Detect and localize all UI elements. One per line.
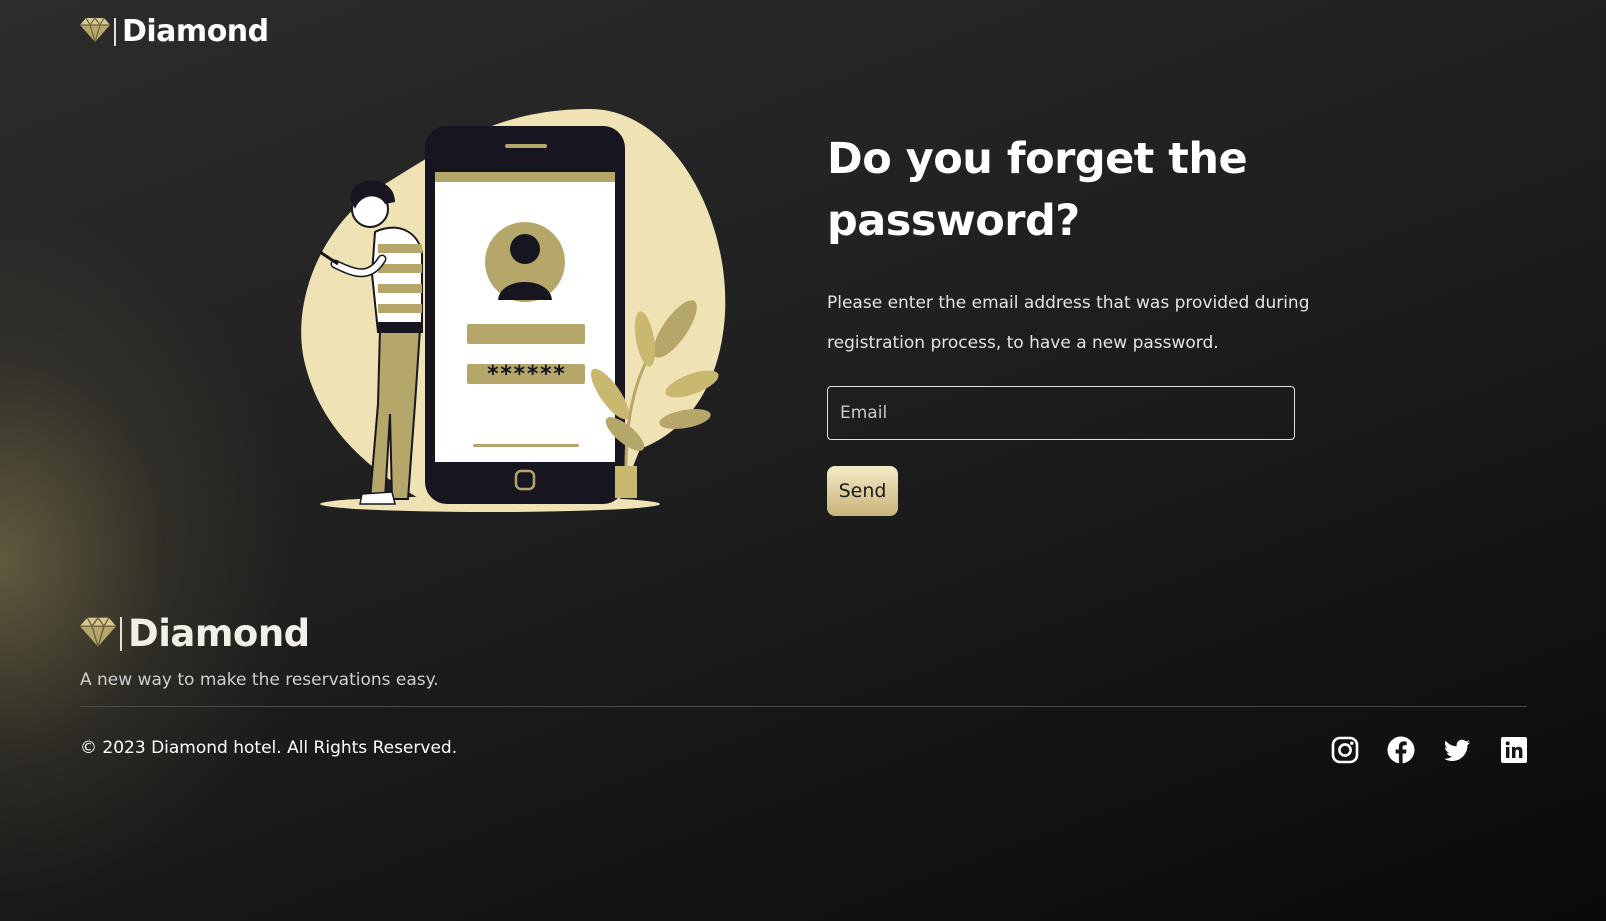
send-button[interactable]: Send — [827, 466, 898, 516]
linkedin-icon — [1501, 737, 1527, 763]
brand-name: Diamond — [122, 14, 269, 49]
email-field[interactable] — [827, 386, 1295, 440]
diamond-icon — [80, 16, 110, 47]
footer-logo[interactable]: Diamond — [80, 612, 310, 655]
instagram-link[interactable] — [1330, 735, 1360, 765]
instagram-icon — [1331, 736, 1359, 764]
forgot-password-illustration: ****** — [300, 104, 730, 529]
copyright-text: © 2023 Diamond hotel. All Rights Reserve… — [80, 738, 458, 758]
instructions-text: Please enter the email address that was … — [827, 293, 1310, 353]
twitter-icon — [1444, 739, 1470, 761]
logo-divider — [114, 17, 116, 46]
facebook-link[interactable] — [1386, 735, 1416, 765]
logo-divider — [120, 616, 122, 651]
twitter-link[interactable] — [1442, 735, 1472, 765]
password-mask: ****** — [486, 362, 565, 387]
footer-divider — [80, 706, 1527, 707]
header-logo[interactable]: Diamond — [80, 14, 269, 49]
footer-tagline: A new way to make the reservations easy. — [80, 670, 439, 690]
diamond-icon — [80, 615, 116, 652]
linkedin-link[interactable] — [1499, 735, 1529, 765]
page-title: Do you forget the password? — [827, 134, 1248, 246]
footer-brand-name: Diamond — [128, 612, 310, 655]
facebook-icon — [1387, 736, 1415, 764]
